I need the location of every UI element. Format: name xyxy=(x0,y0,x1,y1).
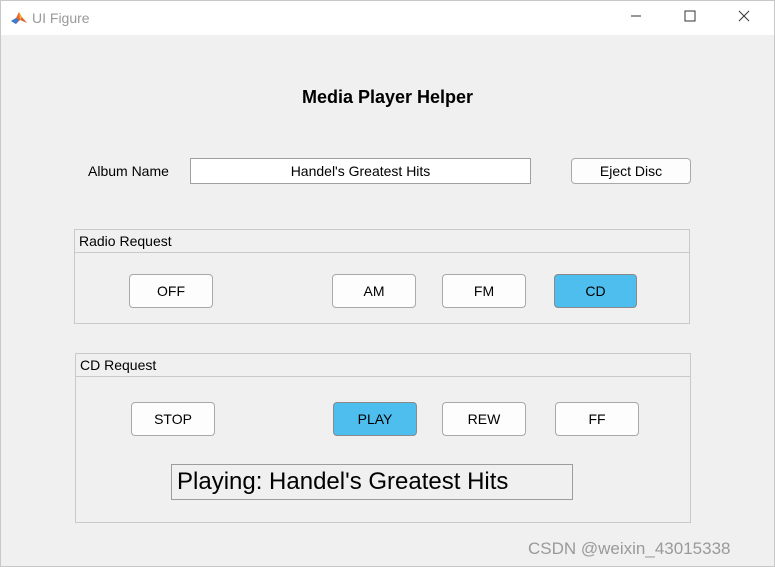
radio-fm-button[interactable]: FM xyxy=(442,274,526,308)
figure-heading: Media Player Helper xyxy=(301,87,474,107)
maximize-icon xyxy=(684,9,696,27)
eject-disc-button[interactable]: Eject Disc xyxy=(571,158,691,184)
minimize-icon xyxy=(630,9,642,27)
cd-play-button[interactable]: PLAY xyxy=(333,402,417,436)
cd-ff-button[interactable]: FF xyxy=(555,402,639,436)
minimize-button[interactable] xyxy=(613,1,659,35)
radio-am-button[interactable]: AM xyxy=(332,274,416,308)
matlab-icon xyxy=(10,9,28,27)
radio-cd-button[interactable]: CD xyxy=(554,274,637,308)
radio-off-button[interactable]: OFF xyxy=(129,274,213,308)
album-name-label: Album Name xyxy=(88,163,169,179)
radio-request-title: Radio Request xyxy=(75,230,689,253)
cd-request-title: CD Request xyxy=(76,354,690,377)
playback-status-field: Playing: Handel's Greatest Hits xyxy=(171,464,573,500)
ui-figure-window: UI Figure Media Player Helper Album Name… xyxy=(0,0,775,567)
maximize-button[interactable] xyxy=(667,1,713,35)
album-name-field[interactable]: Handel's Greatest Hits xyxy=(190,158,531,184)
window-title: UI Figure xyxy=(32,10,90,26)
cd-rew-button[interactable]: REW xyxy=(442,402,526,436)
cd-stop-button[interactable]: STOP xyxy=(131,402,215,436)
close-button[interactable] xyxy=(721,1,767,35)
title-bar[interactable]: UI Figure xyxy=(1,1,774,35)
watermark-text: CSDN @weixin_43015338 xyxy=(528,539,731,558)
close-icon xyxy=(738,9,750,27)
